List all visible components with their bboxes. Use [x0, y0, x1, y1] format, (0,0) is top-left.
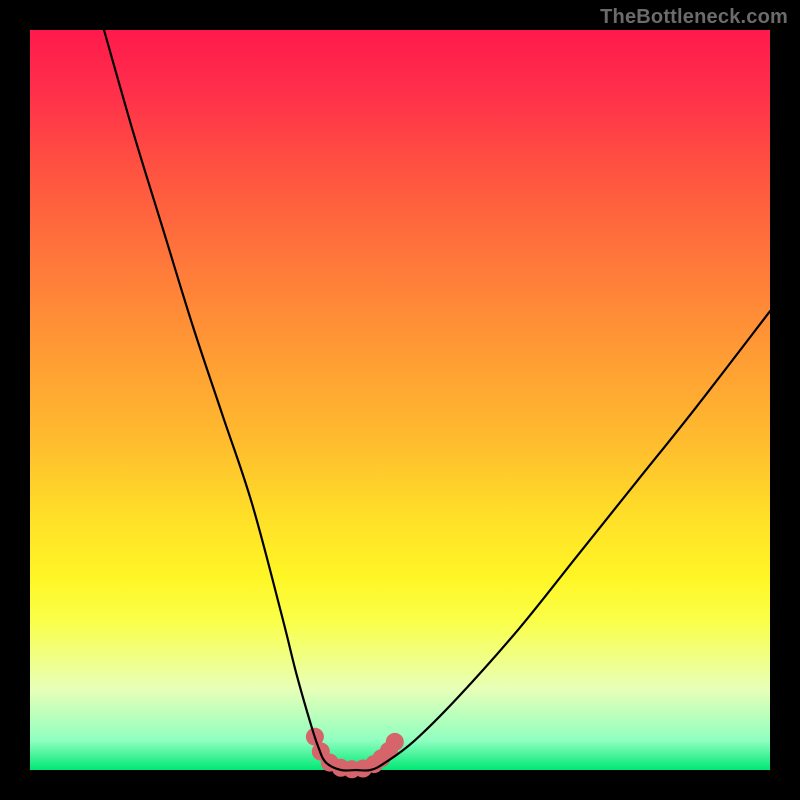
chart-frame: TheBottleneck.com	[0, 0, 800, 800]
plot-area	[30, 30, 770, 770]
curve-layer	[30, 30, 770, 770]
watermark-text: TheBottleneck.com	[600, 6, 788, 29]
bottleneck-curve	[104, 30, 770, 771]
highlight-dot	[386, 733, 404, 751]
